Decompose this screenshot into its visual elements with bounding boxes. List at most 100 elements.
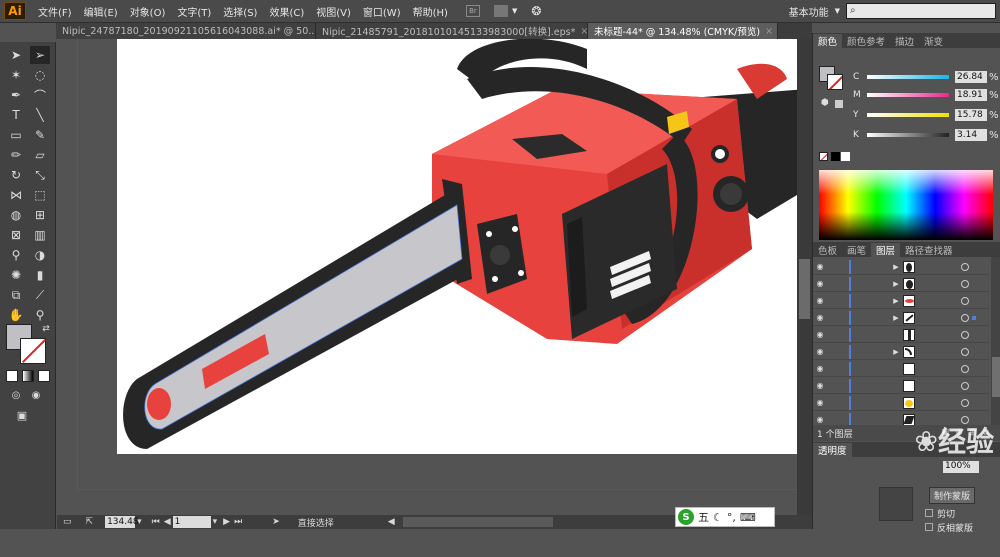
slider-value[interactable]: 3.14 [955,129,987,141]
search-input[interactable]: ⌕ [846,3,996,19]
layers-scrollbar[interactable] [991,257,1000,425]
next-page-icon[interactable]: ▶ [223,517,230,527]
curvature-tool-icon[interactable]: ⌒ [30,86,50,104]
layer-row[interactable]: ◉ [813,327,989,343]
layer-row[interactable]: ◉ [813,361,989,377]
blend-tool-icon[interactable]: ◑ [30,246,50,264]
draw-behind-icon[interactable]: ◉ [26,386,46,404]
slider-cyan[interactable]: C 26.84 % [853,70,999,84]
paintbrush-tool-icon[interactable]: ✎ [30,126,50,144]
eye-icon[interactable]: ◉ [813,398,827,407]
none-mode-icon[interactable] [38,370,50,382]
target-icon[interactable] [961,279,969,288]
doc-tab-1[interactable]: Nipic_24787180_20190921105616043088.ai* … [56,23,316,39]
slider-value[interactable]: 18.91 [955,89,987,101]
moon-icon[interactable]: ☾ [713,511,723,524]
make-mask-button[interactable]: 制作蒙版 [929,487,976,504]
rectangle-tool-icon[interactable]: ▭ [6,126,26,144]
punctuation-icon[interactable]: °, [727,511,736,524]
eye-icon[interactable]: ◉ [813,313,827,322]
white-swatch[interactable] [841,152,850,161]
chevron-down-icon[interactable]: ▼ [835,7,840,15]
tab-color[interactable]: 颜色 [813,34,843,48]
menu-select[interactable]: 选择(S) [217,4,263,19]
tab-color-guide[interactable]: 颜色参考 [842,34,890,48]
tab-brushes[interactable]: 画笔 [842,243,871,257]
horizontal-scrollbar[interactable] [402,517,553,527]
target-icon[interactable] [961,313,969,322]
artboard[interactable] [117,39,807,454]
opacity-value[interactable]: 100% [943,461,979,473]
clip-checkbox[interactable] [925,509,933,517]
target-icon[interactable] [961,381,969,390]
doc-tab-2[interactable]: Nipic_21485791_20181010145133983000[转换].… [316,23,588,39]
canvas-area[interactable] [57,39,812,515]
slice-tool-icon[interactable]: ⟋ [30,286,50,304]
menu-edit[interactable]: 编辑(E) [78,4,124,19]
hand-tool-icon[interactable]: ✋ [6,306,26,324]
layer-row[interactable]: ◉ [813,378,989,394]
none-swatch[interactable] [819,152,828,161]
bridge-icon[interactable]: Br [465,5,480,17]
target-icon[interactable] [961,330,969,339]
draw-normal-icon[interactable]: ◎ [6,386,26,404]
eye-icon[interactable]: ◉ [813,381,827,390]
width-tool-icon[interactable]: ⋈ [6,186,26,204]
gpu-performance-icon[interactable]: ❂ [531,4,541,18]
target-icon[interactable] [961,296,969,305]
share-icon[interactable]: ⇱ [86,517,94,527]
page-field[interactable]: 1 [172,516,211,528]
target-icon[interactable] [961,398,969,407]
target-icon[interactable] [961,347,969,356]
first-page-icon[interactable]: ⏮ [152,517,160,527]
artboard-nav-icon[interactable]: ▭ [63,517,72,527]
slider-value[interactable]: 26.84 [955,71,987,83]
lasso-tool-icon[interactable]: ◌ [30,66,50,84]
eye-icon[interactable]: ◉ [813,279,827,288]
tab-layers[interactable]: 图层 [871,243,901,257]
tab-stroke[interactable]: 描边 [890,34,919,48]
target-icon[interactable] [961,262,969,271]
slider-value[interactable]: 15.78 [955,109,987,121]
chevron-down-icon[interactable]: ▼ [512,7,517,15]
ime-toolbar[interactable]: S 五 ☾ °, ⌨ [675,507,775,527]
chevron-down-icon[interactable]: ▾ [137,517,142,527]
slider-track[interactable] [867,93,949,97]
color-stroke-swatch[interactable] [827,74,843,90]
last-page-icon[interactable]: ⏭ [234,517,242,527]
chevron-down-icon[interactable]: ▾ [213,517,218,527]
zoom-field[interactable]: 134.48 [105,516,139,528]
shape-builder-tool-icon[interactable]: ◍ [6,206,26,224]
out-of-gamut-icon[interactable]: ⬢ [821,98,829,108]
prev-page-icon[interactable]: ◀ [164,517,171,527]
eye-icon[interactable]: ◉ [813,262,827,271]
artboard-tool-icon[interactable]: ⧉ [6,286,26,304]
tab-swatches[interactable]: 色板 [813,243,842,257]
line-tool-icon[interactable]: ╲ [30,106,50,124]
swap-fill-stroke-icon[interactable]: ⇄ [36,320,56,338]
black-swatch[interactable] [831,152,840,161]
perspective-grid-tool-icon[interactable]: ⊞ [30,206,50,224]
layer-row[interactable]: ◉ ▶ [813,344,989,360]
menu-type[interactable]: 文字(T) [171,4,217,19]
menu-effect[interactable]: 效果(C) [263,4,310,19]
magic-wand-tool-icon[interactable]: ✶ [6,66,26,84]
mask-thumbnail[interactable] [879,487,913,521]
eye-icon[interactable]: ◉ [813,347,827,356]
gradient-tool-icon[interactable]: ▥ [30,226,50,244]
tab-gradient[interactable]: 渐变 [919,34,948,48]
vertical-scrollbar[interactable] [797,39,812,515]
expand-triangle-icon[interactable]: ▶ [891,314,901,322]
menu-window[interactable]: 窗口(W) [357,4,407,19]
menu-file[interactable]: 文件(F) [32,4,78,19]
rotate-tool-icon[interactable]: ↻ [6,166,26,184]
layer-row[interactable]: ◉ [813,395,989,411]
scrollbar-thumb[interactable] [799,259,810,319]
layer-row[interactable]: ◉ ▶ [813,310,989,326]
menu-view[interactable]: 视图(V) [310,4,357,19]
tab-transparency[interactable]: 透明度 [813,443,852,457]
mesh-tool-icon[interactable]: ⊠ [6,226,26,244]
eraser-tool-icon[interactable]: ▱ [30,146,50,164]
gamut-swatch[interactable] [835,100,843,108]
workspace-switcher[interactable]: 基本功能 [789,4,829,19]
